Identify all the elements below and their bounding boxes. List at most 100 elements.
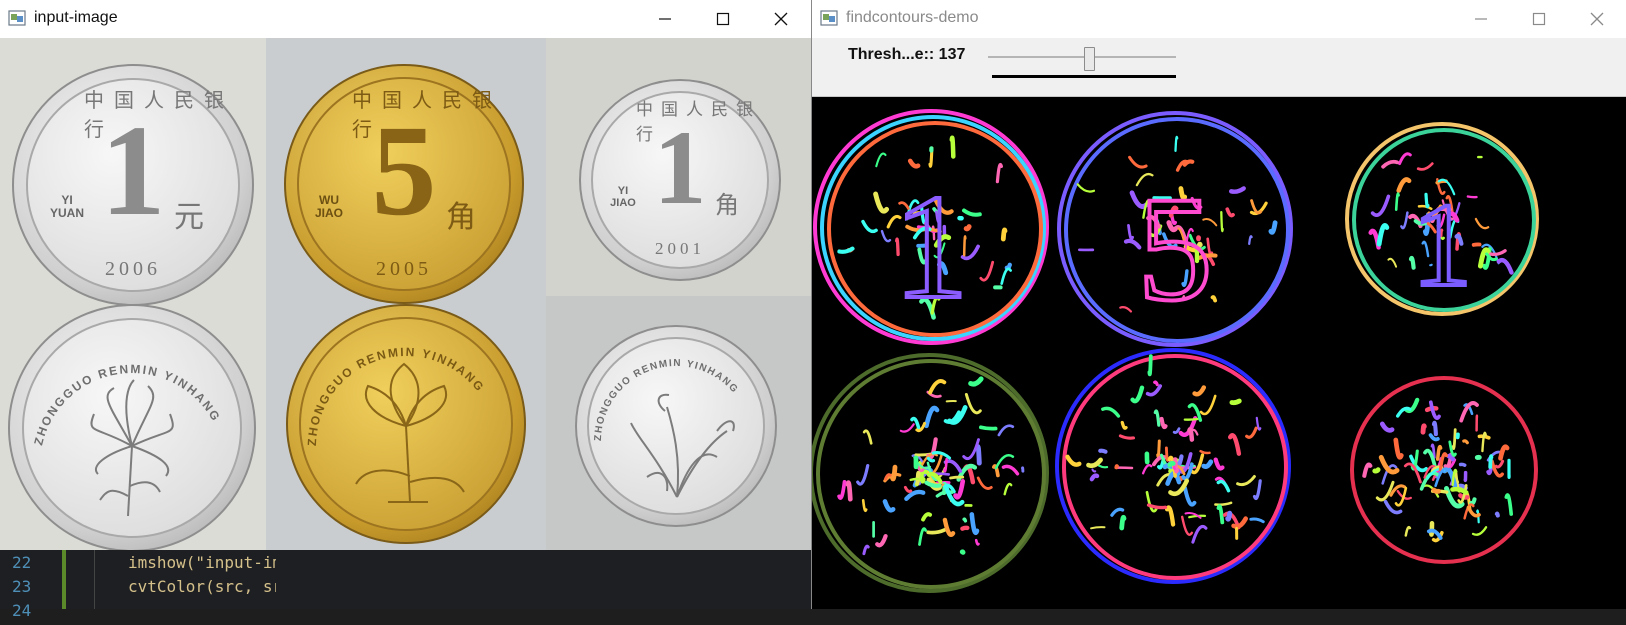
title-bar[interactable]: findcontours-demo [812, 0, 1626, 39]
window-title: findcontours-demo [846, 9, 979, 27]
input-image-window: input-image 中国人民银行 1 YI YUAN 元 2006 中国人民… [0, 0, 811, 609]
minimize-button[interactable] [636, 0, 694, 38]
contour-stroke [946, 461, 961, 471]
close-button[interactable] [1568, 0, 1626, 38]
maximize-button[interactable] [1510, 0, 1568, 38]
title-bar[interactable]: input-image [0, 0, 811, 39]
contour-stroke [1231, 188, 1244, 191]
contour-stroke [1228, 513, 1230, 519]
contour-stroke [926, 408, 937, 426]
orchid-flower-icon: ZHONGGUO RENMIN YINHANG [577, 327, 775, 525]
contour-stroke [1213, 297, 1216, 300]
contour-stroke [1232, 401, 1239, 403]
contour-stroke [972, 514, 977, 532]
contour-stroke [1092, 476, 1097, 480]
contour-stroke [1158, 441, 1160, 457]
contour-stroke [1373, 196, 1389, 215]
coin-one-yuan: 中国人民银行 1 YI YUAN 元 2006 [12, 64, 254, 306]
contour-stroke [864, 431, 871, 444]
contour-stroke [1438, 447, 1441, 459]
coin-chrysanthemum: ZHONGGUO RENMIN YINHANG [8, 304, 256, 550]
contour-stroke [1490, 456, 1491, 467]
contour-stroke [964, 440, 979, 459]
contour-stroke [1219, 506, 1223, 522]
contour-stroke [839, 482, 844, 498]
contour-stroke [1182, 517, 1192, 535]
contour-stroke [1133, 388, 1142, 402]
contour-stroke [997, 165, 1001, 182]
contour-stroke [1382, 424, 1392, 430]
contour-stroke [999, 426, 1013, 435]
contour-stroke [1400, 154, 1411, 164]
contour-stroke [1218, 481, 1228, 490]
maximize-icon [716, 12, 730, 26]
contour-stroke [876, 194, 887, 211]
contour-stroke [1103, 408, 1119, 416]
contour-stroke [1099, 466, 1107, 468]
line-number: 23 [12, 577, 31, 596]
contour-stroke [956, 481, 963, 497]
minimize-button[interactable] [1452, 0, 1510, 38]
contour-stroke [1386, 502, 1401, 513]
editor-occluded-area [276, 550, 811, 609]
contour-stroke [1201, 451, 1210, 453]
contour-stroke [1185, 488, 1194, 505]
contour-stroke [1377, 482, 1393, 500]
contour-stroke [966, 395, 980, 413]
contour-stroke [1473, 527, 1486, 535]
contour-stroke [1255, 481, 1261, 499]
contour-stroke [1120, 436, 1133, 438]
contour-stroke [1383, 162, 1397, 167]
opencv-window-icon [8, 10, 26, 26]
contour-stroke [863, 222, 876, 232]
contour-stroke [928, 530, 945, 533]
contour-stroke [1078, 184, 1094, 191]
contour-stroke [1174, 429, 1179, 433]
contour-stroke [1379, 225, 1387, 244]
contour-stroke [905, 487, 910, 491]
contour-stroke [1201, 396, 1215, 414]
contour-stroke [930, 381, 944, 393]
close-button[interactable] [752, 0, 810, 38]
contour-stroke [1215, 503, 1231, 505]
contour-stroke [1149, 505, 1166, 507]
contour-stroke [1003, 230, 1005, 239]
contour-stroke [1100, 451, 1105, 452]
contour-stroke [1221, 212, 1222, 231]
contour-stroke [1499, 260, 1512, 272]
maximize-icon [1532, 12, 1546, 26]
contour-stroke [1204, 462, 1211, 467]
coin-five-jiao: 中国人民银行 5 WU JIAO 角 2005 [284, 64, 524, 304]
contour-stroke [1496, 461, 1502, 467]
contour-stroke [1396, 440, 1402, 457]
contour-stroke [1482, 433, 1485, 451]
opencv-window-icon [820, 10, 838, 26]
contour-stroke [1497, 514, 1498, 516]
contour-stroke [1396, 194, 1398, 210]
contour-stroke [1149, 356, 1150, 374]
contour-stroke [971, 379, 981, 384]
contour-stroke [1174, 467, 1175, 469]
contour-stroke [1423, 426, 1424, 432]
contour-stroke [964, 519, 965, 521]
contour-stroke [876, 154, 885, 167]
contour-stroke [1251, 519, 1264, 522]
contour-stroke [1166, 448, 1167, 460]
contours-output-image: 151 [812, 97, 1626, 609]
coin-chinese-unit: 角 [715, 185, 739, 220]
trackbar-track[interactable] [988, 56, 1176, 58]
trackbar-underline [992, 75, 1176, 78]
contour-stroke [1122, 517, 1124, 528]
maximize-button[interactable] [694, 0, 752, 38]
close-icon [1590, 12, 1604, 26]
contour-stroke [1003, 466, 1017, 473]
contour-stroke [920, 529, 926, 545]
contour-stroke [877, 536, 885, 545]
window-title: input-image [34, 9, 118, 27]
contour-stroke [1091, 527, 1104, 528]
trackbar-thumb[interactable] [1084, 47, 1095, 71]
contour-stroke [1193, 526, 1206, 542]
code-text: imshow("input-im [128, 553, 282, 572]
contour-stroke [1185, 419, 1198, 420]
contour-stroke [1476, 219, 1488, 228]
